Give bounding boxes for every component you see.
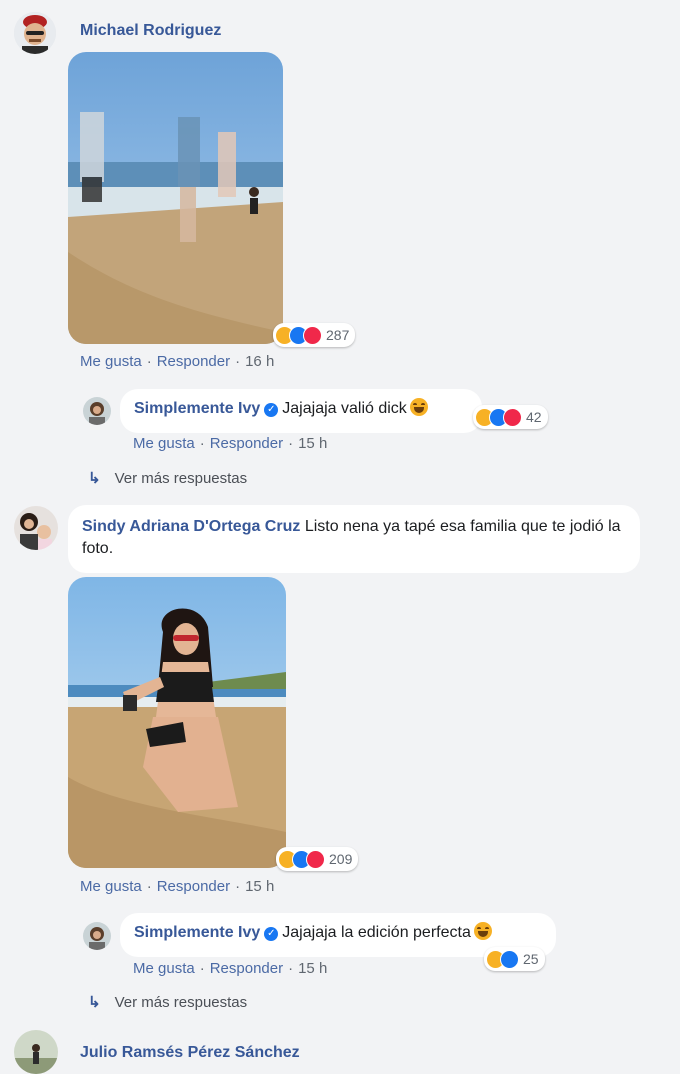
separator: · (235, 353, 241, 370)
separator: · (199, 435, 205, 452)
reply-author[interactable]: Simplemente Ivy (134, 400, 260, 417)
view-more-label: Ver más respuestas (114, 469, 248, 487)
separator: · (288, 435, 294, 452)
reply-avatar[interactable] (83, 397, 111, 425)
comment-photo[interactable] (68, 52, 283, 344)
comment-actions: Me gusta · Responder · 16 h (80, 353, 274, 370)
avatar[interactable] (14, 12, 56, 54)
verified-badge-icon: ✓ (264, 403, 279, 417)
reply-link[interactable]: Responder (157, 353, 230, 370)
reaction-count: 42 (526, 409, 542, 425)
separator: · (146, 353, 152, 370)
timestamp[interactable]: 15 h (298, 960, 327, 977)
view-more-replies[interactable]: ↳ Ver más respuestas (88, 469, 248, 488)
avatar[interactable] (14, 506, 58, 550)
like-link[interactable]: Me gusta (133, 960, 195, 977)
like-link[interactable]: Me gusta (80, 878, 142, 895)
reply-actions: Me gusta · Responder · 15 h (133, 960, 327, 977)
reaction-count: 287 (326, 327, 350, 343)
reply-link[interactable]: Responder (210, 435, 283, 452)
separator: · (288, 960, 294, 977)
view-more-replies[interactable]: ↳ Ver más respuestas (88, 993, 248, 1012)
reaction-count: 25 (523, 951, 539, 967)
reply-text: Jajajaja valió dick (282, 400, 407, 417)
avatar[interactable] (14, 1030, 58, 1074)
comment-author[interactable]: Michael Rodriguez (80, 22, 221, 40)
like-icon (500, 949, 519, 969)
reply-bubble: Simplemente Ivy ✓ Jajajaja valió dick (120, 389, 482, 433)
love-icon (306, 849, 325, 869)
comment-author[interactable]: Julio Ramsés Pérez Sánchez (80, 1044, 300, 1062)
verified-badge-icon: ✓ (264, 927, 279, 941)
view-more-label: Ver más respuestas (114, 993, 248, 1011)
reply-text: Jajajaja la edición perfecta (282, 924, 471, 941)
timestamp[interactable]: 15 h (245, 878, 274, 895)
separator: · (235, 878, 241, 895)
love-icon (503, 407, 522, 427)
comment-bubble: Sindy Adriana D'Ortega Cruz Listo nena y… (68, 505, 640, 573)
reply-author[interactable]: Simplemente Ivy (134, 924, 260, 941)
separator: · (199, 960, 205, 977)
timestamp[interactable]: 16 h (245, 353, 274, 370)
laughing-emoji-icon (473, 922, 492, 940)
reaction-count: 209 (329, 851, 353, 867)
reaction-summary[interactable]: 25 (484, 947, 545, 971)
separator: · (146, 878, 152, 895)
comment-author[interactable]: Sindy Adriana D'Ortega Cruz (82, 518, 300, 535)
reply-link[interactable]: Responder (210, 960, 283, 977)
reply-avatar[interactable] (83, 922, 111, 950)
comment-actions: Me gusta · Responder · 15 h (80, 878, 274, 895)
timestamp[interactable]: 15 h (298, 435, 327, 452)
comment-photo[interactable] (68, 577, 286, 868)
like-link[interactable]: Me gusta (133, 435, 195, 452)
reaction-summary[interactable]: 42 (473, 405, 548, 429)
reply-arrow-icon: ↳ (88, 994, 101, 1011)
laughing-emoji-icon (409, 398, 428, 416)
reaction-summary[interactable]: 209 (276, 847, 359, 871)
like-link[interactable]: Me gusta (80, 353, 142, 370)
reply-actions: Me gusta · Responder · 15 h (133, 435, 327, 452)
reaction-summary[interactable]: 287 (273, 323, 356, 347)
reply-link[interactable]: Responder (157, 878, 230, 895)
love-icon (303, 325, 322, 345)
reply-arrow-icon: ↳ (88, 470, 101, 487)
